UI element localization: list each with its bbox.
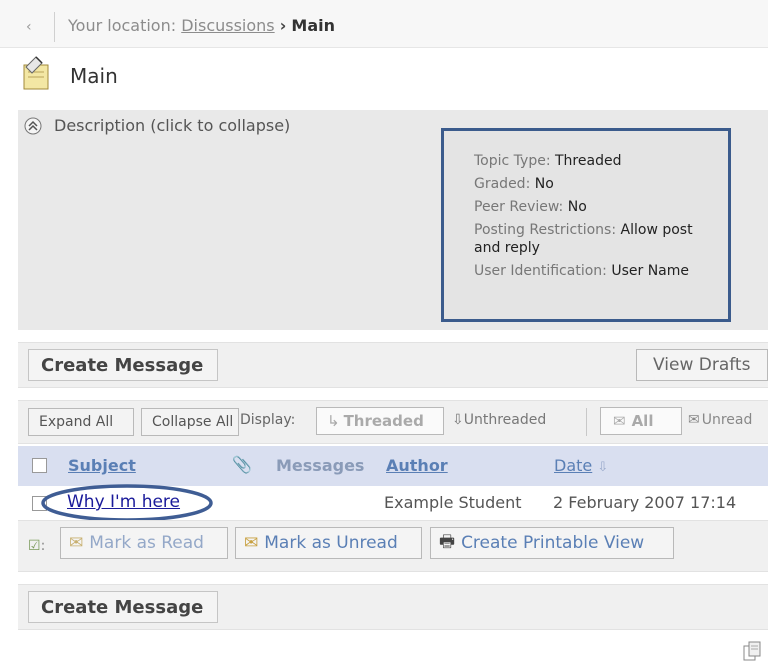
mark-as-unread-button[interactable]: ✉ Mark as Unread (235, 527, 422, 559)
unread-envelope-icon: ✉ (688, 412, 700, 428)
view-drafts-button[interactable]: View Drafts (636, 349, 768, 381)
closed-envelope-icon: ✉ (244, 533, 259, 553)
create-printable-view-button[interactable]: 🖶 Create Printable View (430, 527, 674, 559)
date-column-header[interactable]: Date ⇩ (554, 456, 608, 475)
filter-divider (586, 408, 587, 436)
unthreaded-label: Unthreaded (463, 412, 547, 428)
message-author: Example Student (384, 493, 522, 512)
breadcrumb-prefix: Your location: (68, 16, 177, 35)
attachment-icon: 📎 (232, 455, 252, 474)
filter-unread-button[interactable]: ✉ Unread (688, 412, 768, 428)
create-message-button[interactable]: Create Message (28, 349, 218, 381)
page-title: Main (70, 64, 118, 88)
create-message-bottom-button[interactable]: Create Message (28, 591, 218, 623)
back-arrow-button[interactable]: ‹ (18, 14, 46, 42)
open-envelope-icon: ✉ (69, 533, 84, 553)
messages-column-header: Messages (276, 456, 365, 475)
message-date: 2 February 2007 17:14 (553, 493, 737, 512)
selected-items-icon: ☑: (28, 538, 46, 554)
subject-column-header[interactable]: Subject (68, 456, 136, 475)
discussion-topic-icon (20, 55, 52, 93)
create-printable-view-label: Create Printable View (461, 533, 645, 553)
copy-pages-icon[interactable] (742, 640, 764, 662)
display-label: Display: (240, 412, 300, 428)
description-toggle-label: Description (click to collapse) (54, 116, 291, 135)
highlight-ellipse (40, 483, 215, 523)
select-all-checkbox[interactable] (32, 458, 47, 473)
expand-all-button[interactable]: Expand All (28, 408, 134, 436)
chevron-left-icon: ‹ (26, 19, 32, 35)
topic-info-box: Topic Type: Threaded Graded: No Peer Rev… (441, 128, 731, 322)
info-graded: Graded: No (474, 176, 554, 192)
author-column-header[interactable]: Author (386, 456, 448, 475)
threaded-label: Threaded (343, 412, 424, 430)
info-peer-review: Peer Review: No (474, 199, 587, 215)
breadcrumb-current: Main (291, 16, 336, 35)
envelope-stack-icon: ✉ (613, 412, 626, 430)
breadcrumb-link-discussions[interactable]: Discussions (181, 16, 274, 35)
threaded-view-button[interactable]: ↳ Threaded (316, 407, 444, 435)
unthreaded-view-button[interactable]: ⇩Unthreaded (452, 412, 546, 428)
info-posting-restrictions: Posting Restrictions: Allow post and rep… (474, 222, 693, 256)
info-topic-type: Topic Type: Threaded (474, 153, 622, 169)
sort-down-icon: ⇩ (597, 460, 609, 475)
collapse-all-button[interactable]: Collapse All (141, 408, 239, 436)
threaded-icon: ↳ (327, 412, 340, 430)
filter-all-button[interactable]: ✉ All (600, 407, 682, 435)
collapse-up-icon (24, 117, 42, 135)
filter-unread-label: Unread (701, 412, 753, 428)
printer-icon: 🖶 (439, 531, 456, 552)
mark-as-read-button[interactable]: ✉ Mark as Read (60, 527, 228, 559)
unthreaded-icon: ⇩ (452, 412, 464, 428)
breadcrumb-separator: › (279, 16, 287, 35)
info-user-identification: User Identification: User Name (474, 263, 689, 279)
breadcrumb-divider (54, 12, 55, 42)
collapse-description-toggle[interactable]: Description (click to collapse) (24, 116, 290, 135)
mark-as-read-label: Mark as Read (89, 533, 204, 553)
mark-as-unread-label: Mark as Unread (264, 533, 398, 553)
breadcrumb: Your location: Discussions › Main (68, 16, 335, 35)
filter-all-label: All (631, 412, 654, 430)
date-header-label: Date (554, 456, 593, 475)
